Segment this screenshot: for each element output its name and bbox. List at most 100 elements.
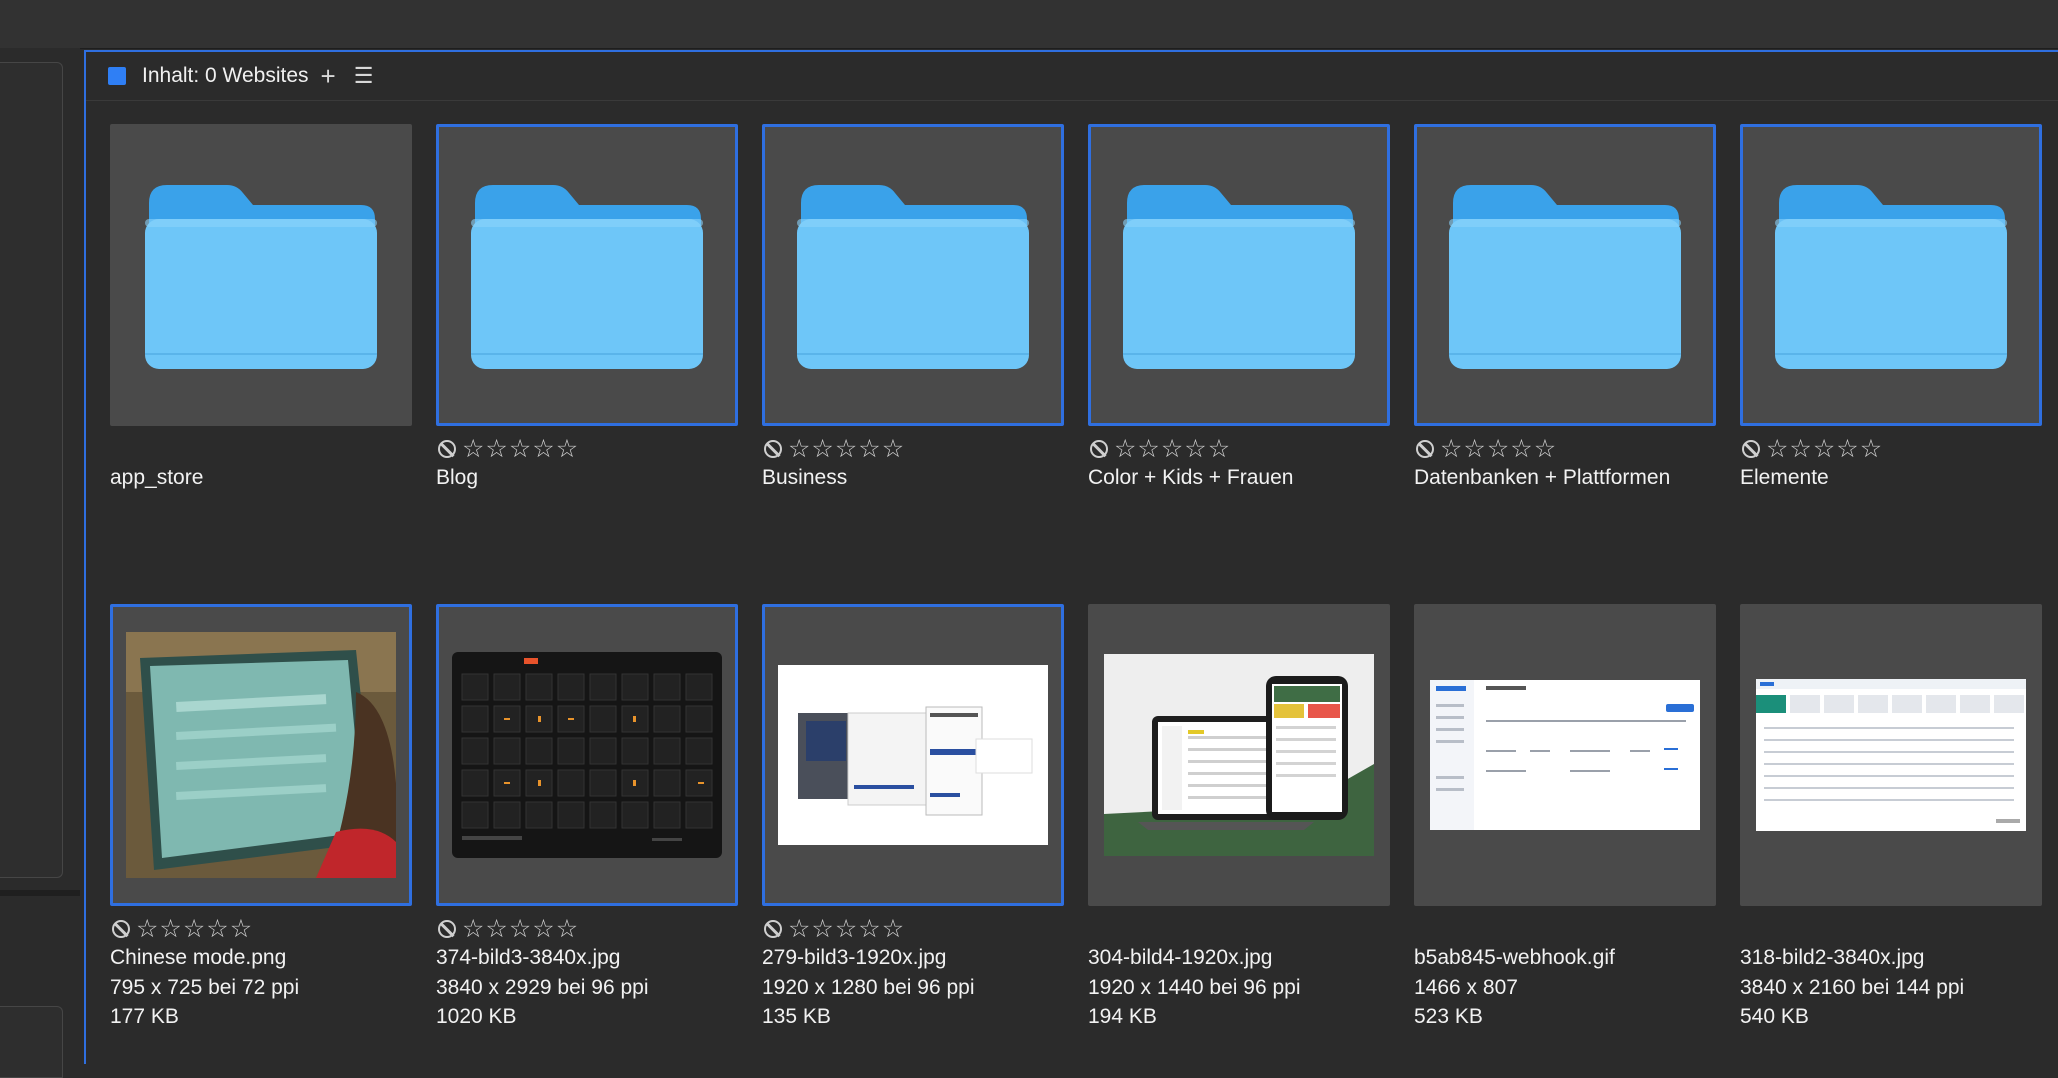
star-icon[interactable]: ☆ (183, 916, 205, 942)
star-icon[interactable]: ☆ (1137, 436, 1159, 462)
reject-icon[interactable] (438, 920, 456, 938)
item-name: Blog (436, 466, 479, 489)
star-icon[interactable]: ☆ (1534, 436, 1556, 462)
star-icon[interactable]: ☆ (1860, 436, 1882, 462)
folder-thumbnail[interactable] (1740, 124, 2042, 426)
star-icon[interactable]: ☆ (206, 916, 228, 942)
star-icon[interactable]: ☆ (788, 436, 810, 462)
star-icon[interactable]: ☆ (509, 916, 531, 942)
star-icon[interactable]: ☆ (159, 916, 181, 942)
item-dimensions: 1920 x 1280 bei 96 ppi (762, 976, 975, 999)
left-panel-divider[interactable] (0, 890, 80, 896)
star-icon[interactable]: ☆ (532, 436, 554, 462)
star-icon[interactable]: ☆ (136, 916, 158, 942)
star-icon[interactable]: ☆ (811, 436, 833, 462)
item-name: 374-bild3-3840x.jpg (436, 946, 621, 969)
rating-bar[interactable]: ☆ ☆ ☆ ☆ ☆ (438, 434, 579, 464)
left-panel-box-lower (0, 1006, 63, 1078)
star-icon[interactable]: ☆ (1463, 436, 1485, 462)
reject-icon[interactable] (764, 920, 782, 938)
folder-thumbnail[interactable] (1414, 124, 1716, 426)
file-thumbnail[interactable] (1740, 604, 2042, 906)
rating-bar[interactable]: ☆ ☆ ☆ ☆ ☆ (764, 434, 905, 464)
star-icon[interactable]: ☆ (835, 436, 857, 462)
item-name: Datenbanken + Plattformen (1414, 466, 1671, 489)
star-icon[interactable]: ☆ (1789, 436, 1811, 462)
star-icon[interactable]: ☆ (1114, 436, 1136, 462)
star-icon[interactable]: ☆ (858, 916, 880, 942)
item-filesize: 523 KB (1414, 1005, 1483, 1028)
folder-thumbnail[interactable] (110, 124, 412, 426)
item-name: app_store (110, 466, 204, 489)
reject-icon[interactable] (438, 440, 456, 458)
star-icon[interactable]: ☆ (1440, 436, 1462, 462)
item-filesize: 177 KB (110, 1005, 179, 1028)
panel-title: Inhalt: 0 Websites (142, 64, 309, 87)
folder-thumbnail[interactable] (1088, 124, 1390, 426)
item-name: Chinese mode.png (110, 946, 287, 969)
item-name: b5ab845-webhook.gif (1414, 946, 1615, 969)
star-icon[interactable]: ☆ (882, 436, 904, 462)
file-thumbnail[interactable] (436, 604, 738, 906)
star-icon[interactable]: ☆ (1813, 436, 1835, 462)
item-dimensions: 1920 x 1440 bei 96 ppi (1088, 976, 1301, 999)
reject-icon[interactable] (112, 920, 130, 938)
item-name: Elemente (1740, 466, 1829, 489)
reject-icon[interactable] (1090, 440, 1108, 458)
rating-bar[interactable]: ☆ ☆ ☆ ☆ ☆ (1742, 434, 1883, 464)
item-dimensions: 3840 x 2160 bei 144 ppi (1740, 976, 1965, 999)
plus-icon[interactable]: + (321, 63, 336, 89)
star-icon[interactable]: ☆ (1510, 436, 1532, 462)
star-icon[interactable]: ☆ (1184, 436, 1206, 462)
star-icon[interactable]: ☆ (532, 916, 554, 942)
reject-icon[interactable] (1416, 440, 1434, 458)
star-icon[interactable]: ☆ (485, 916, 507, 942)
folder-thumbnail[interactable] (762, 124, 1064, 426)
rating-bar[interactable]: ☆ ☆ ☆ ☆ ☆ (1090, 434, 1231, 464)
star-icon[interactable]: ☆ (811, 916, 833, 942)
app-screenshot-image (778, 665, 1048, 845)
reject-icon[interactable] (764, 440, 782, 458)
star-icon[interactable]: ☆ (1161, 436, 1183, 462)
file-thumbnail[interactable] (762, 604, 1064, 906)
reject-icon[interactable] (1742, 440, 1760, 458)
item-dimensions: 3840 x 2929 bei 96 ppi (436, 976, 649, 999)
star-icon[interactable]: ☆ (509, 436, 531, 462)
top-toolbar (0, 0, 2058, 49)
star-icon[interactable]: ☆ (1487, 436, 1509, 462)
star-icon[interactable]: ☆ (788, 916, 810, 942)
item-name: Color + Kids + Frauen (1088, 466, 1294, 489)
star-icon[interactable]: ☆ (462, 916, 484, 942)
item-filesize: 194 KB (1088, 1005, 1157, 1028)
star-icon[interactable]: ☆ (835, 916, 857, 942)
star-icon[interactable]: ☆ (556, 436, 578, 462)
star-icon[interactable]: ☆ (462, 436, 484, 462)
rating-bar[interactable]: ☆ ☆ ☆ ☆ ☆ (438, 914, 579, 944)
item-filesize: 135 KB (762, 1005, 831, 1028)
star-icon[interactable]: ☆ (1766, 436, 1788, 462)
star-icon[interactable]: ☆ (1208, 436, 1230, 462)
rating-bar[interactable]: ☆ ☆ ☆ ☆ ☆ (112, 914, 253, 944)
webhook-screenshot-image (1430, 680, 1700, 830)
item-dimensions: 1466 x 807 (1414, 976, 1518, 999)
left-panel-box-upper (0, 62, 63, 878)
file-thumbnail[interactable] (1414, 604, 1716, 906)
dashboard-screenshot-image (1756, 679, 2026, 831)
file-thumbnail[interactable] (110, 604, 412, 906)
item-dimensions: 795 x 725 bei 72 ppi (110, 976, 300, 999)
list-menu-icon[interactable]: ☰ (354, 65, 374, 87)
rating-bar[interactable]: ☆ ☆ ☆ ☆ ☆ (764, 914, 905, 944)
star-icon[interactable]: ☆ (230, 916, 252, 942)
rating-bar[interactable]: ☆ ☆ ☆ ☆ ☆ (1416, 434, 1557, 464)
folder-icon (797, 185, 1029, 369)
star-icon[interactable]: ☆ (485, 436, 507, 462)
star-icon[interactable]: ☆ (556, 916, 578, 942)
star-icon[interactable]: ☆ (1836, 436, 1858, 462)
folder-thumbnail[interactable] (436, 124, 738, 426)
folder-icon (1123, 185, 1355, 369)
item-filesize: 540 KB (1740, 1005, 1809, 1028)
item-filesize: 1020 KB (436, 1005, 517, 1028)
file-thumbnail[interactable] (1088, 604, 1390, 906)
star-icon[interactable]: ☆ (858, 436, 880, 462)
star-icon[interactable]: ☆ (882, 916, 904, 942)
